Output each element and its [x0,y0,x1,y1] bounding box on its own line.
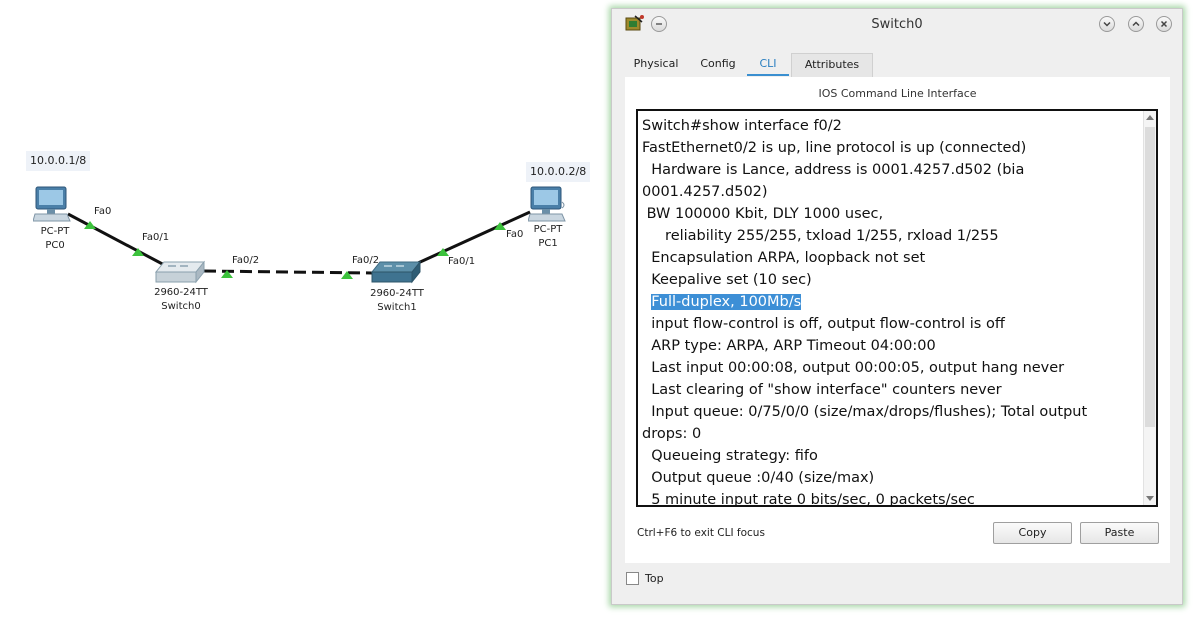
cli-line: Last input 00:00:08, output 00:00:05, ou… [642,360,1065,376]
cli-output: Switch#show interface f0/2 FastEthernet0/… [642,115,1142,507]
cli-line: reliability 255/255, txload 1/255, rxloa… [642,228,999,244]
pc0-port-label: Fa0 [94,206,112,217]
cli-line: Queueing strategy: fifo [642,448,818,464]
cli-line: BW 100000 Kbit, DLY 1000 usec, [642,206,884,222]
window-titlebar[interactable]: Switch0 [612,9,1182,41]
tab-attributes[interactable]: Attributes [791,53,873,77]
pc0-name-label: PC0 [45,240,65,251]
switch1-model-label: 2960-24TT [370,288,424,299]
cli-line: Input queue: 0/75/0/0 (size/max/drops/fl… [642,404,1088,420]
cli-scrollbar[interactable] [1143,111,1156,505]
cli-line: Output queue :0/40 (size/max) [642,470,875,486]
close-button[interactable] [1156,16,1172,32]
switch0-name-label: Switch0 [161,301,201,312]
top-checkbox[interactable] [626,572,639,585]
maximize-button[interactable] [1128,16,1144,32]
cli-line: input flow-control is off, output flow-c… [642,316,1005,332]
switch1-fa01-label: Fa0/1 [448,256,476,267]
paste-button[interactable]: Paste [1080,522,1159,544]
cli-terminal[interactable]: Switch#show interface f0/2 FastEthernet0/… [636,109,1158,507]
pc1-port-label: Fa0 [506,229,524,240]
scroll-down-icon[interactable] [1146,496,1154,501]
minimize-button[interactable] [1099,16,1115,32]
pc0-type-label: PC-PT [40,226,70,237]
switch1-name-label: Switch1 [377,302,417,313]
cli-line: ARP type: ARPA, ARP Timeout 04:00:00 [642,338,936,354]
pc0-ip-label: 10.0.0.1/8 [26,151,91,171]
switch0-model-label: 2960-24TT [154,287,208,298]
cli-line: Last clearing of "show interface" counte… [642,382,1002,398]
tab-physical[interactable]: Physical [625,53,687,77]
cli-line: Full-duplex, 100Mb/s [642,291,1142,313]
cli-line: FastEthernet0/2 is up, line protocol is … [642,140,1027,156]
cli-selection: Full-duplex, 100Mb/s [651,294,802,310]
panel-header: IOS Command Line Interface [818,87,977,100]
topology-links [67,210,531,279]
switch0-switch-icon[interactable] [154,260,206,286]
tab-config[interactable]: Config [687,53,749,77]
switch0-fa02-label: Fa0/2 [232,255,260,266]
cli-line: 5 minute input rate 0 bits/sec, 0 packet… [642,492,975,507]
cli-focus-hint: Ctrl+F6 to exit CLI focus [637,527,765,539]
cli-line: Keepalive set (10 sec) [642,272,812,288]
cli-line: drops: 0 [642,426,702,442]
scroll-up-icon[interactable] [1146,115,1154,120]
pc1-ip-label: 10.0.0.2/8 [526,162,591,182]
device-window: Switch0 Physical Config CLI Attributes I… [611,8,1183,605]
cli-line: Encapsulation ARPA, loopback not set [642,250,926,266]
copy-button[interactable]: Copy [993,522,1072,544]
cli-line: Switch#show interface f0/2 [642,118,842,134]
scroll-thumb[interactable] [1145,127,1155,427]
cli-line: Hardware is Lance, address is 0001.4257.… [642,162,1025,178]
window-title: Switch0 [871,17,923,32]
cli-panel: IOS Command Line Interface Switch#show i… [625,77,1170,563]
tab-cli[interactable]: CLI [747,53,789,77]
switch1-switch-icon[interactable] [370,260,422,286]
switch0-fa01-label: Fa0/1 [142,232,170,243]
topology-canvas[interactable]: 10.0.0.1/8 PC-PT PC0 Fa0 Fa0/1 2960-24TT… [0,0,612,617]
cli-line: 0001.4257.d502) [642,184,768,200]
pc0-computer-icon[interactable] [33,186,71,224]
top-checkbox-label: Top [645,572,664,585]
pc1-computer-icon[interactable] [528,186,568,224]
